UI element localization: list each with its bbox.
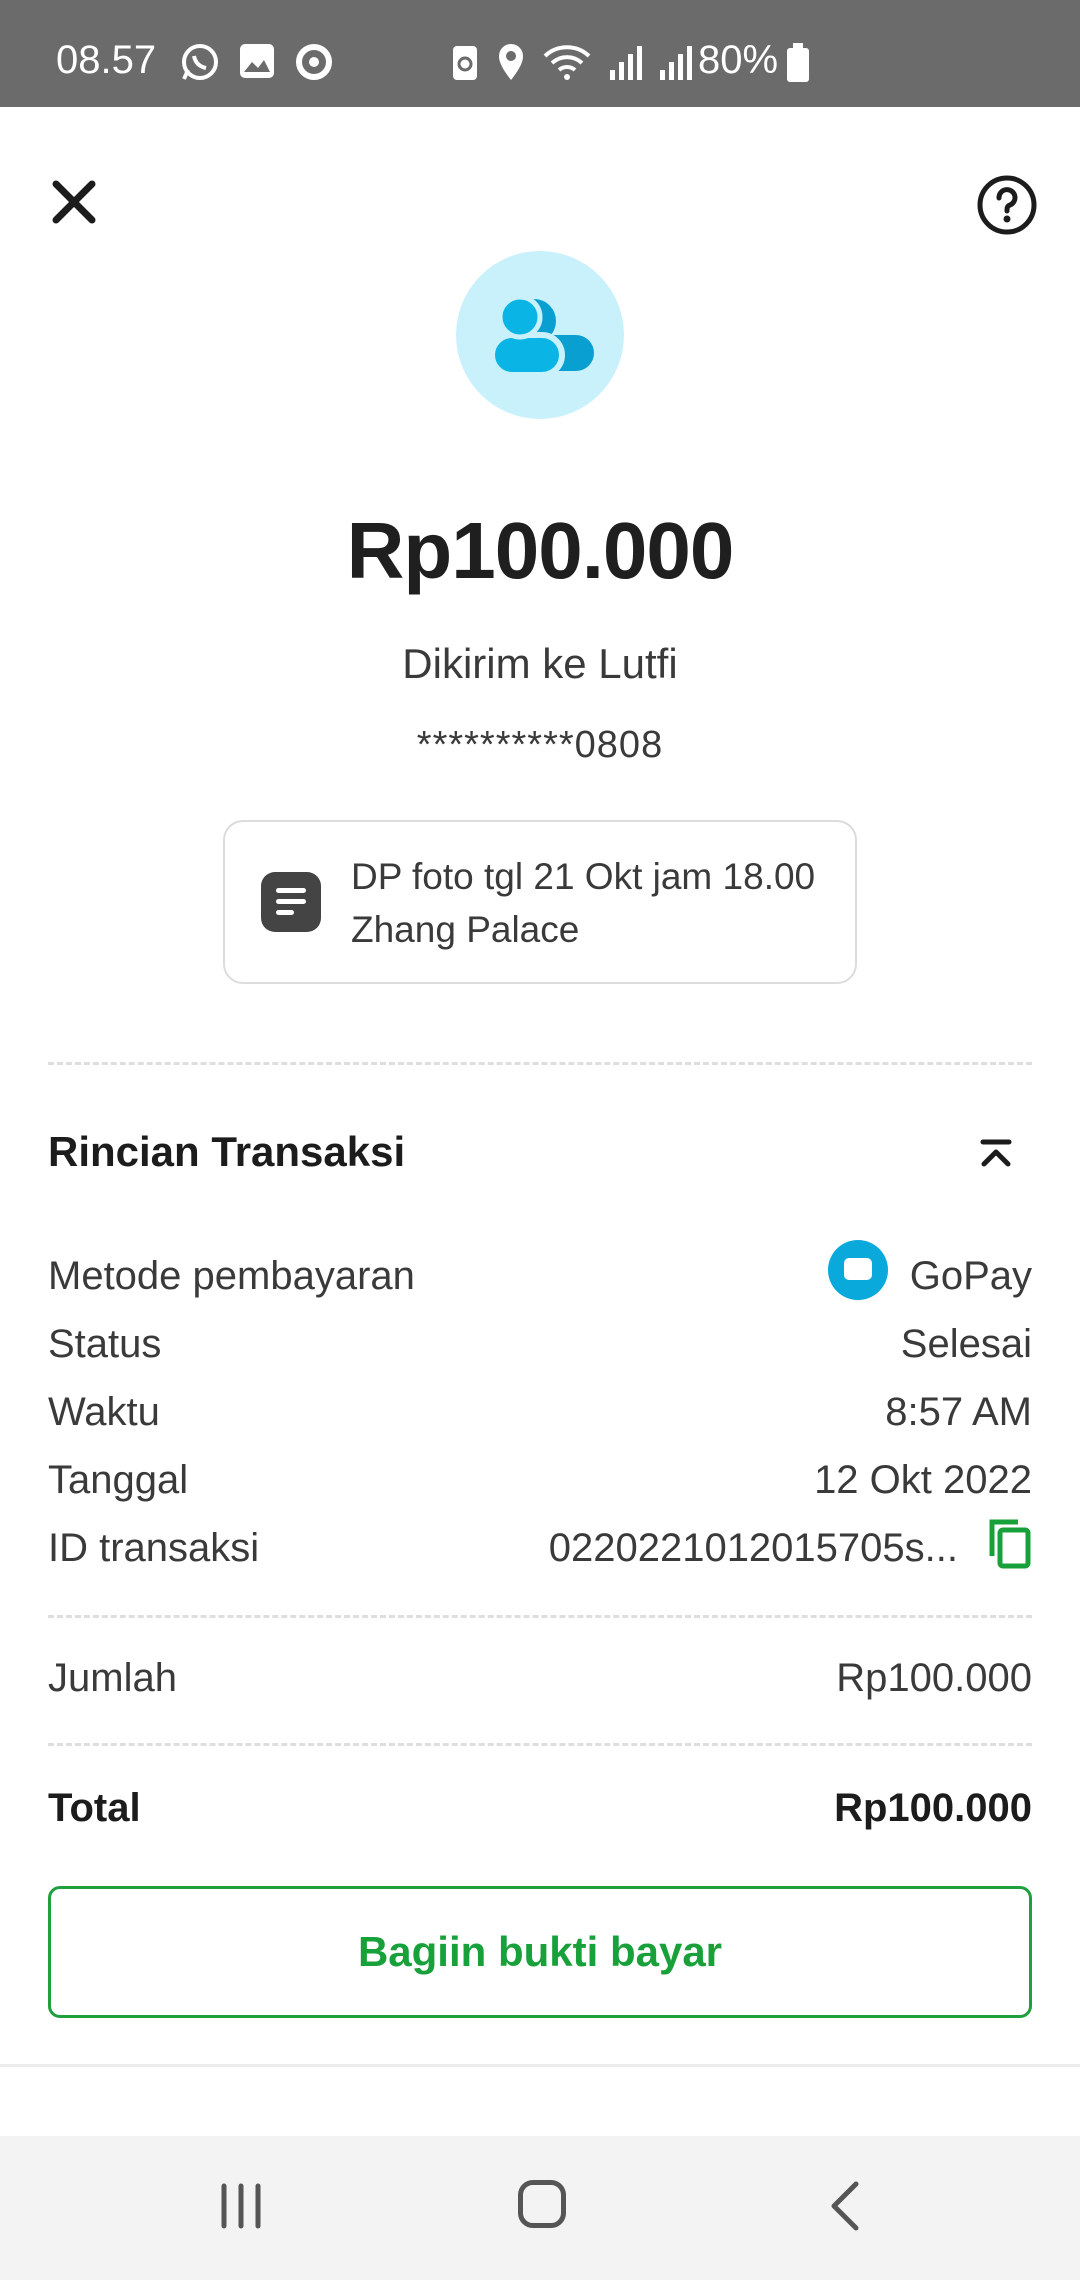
status-icons-left — [180, 42, 334, 82]
note-icon — [261, 872, 321, 932]
divider — [0, 2064, 1080, 2067]
copy-icon[interactable] — [986, 1516, 1032, 1570]
detail-row-status: Status Selesai — [48, 1322, 1032, 1382]
details-title: Rincian Transaksi — [48, 1128, 406, 1175]
close-icon[interactable] — [48, 176, 100, 228]
help-icon[interactable] — [976, 174, 1038, 236]
location-icon — [499, 44, 523, 80]
detail-row-payment-method: Metode pembayaran GoPay — [48, 1240, 1032, 1314]
detail-label: ID transaksi — [48, 1526, 260, 1570]
whatsapp-icon — [182, 44, 218, 80]
detail-row-date: Tanggal 12 Okt 2022 — [48, 1458, 1032, 1518]
divider — [48, 1615, 1032, 1618]
detail-value: 12 Okt 2022 — [814, 1458, 1032, 1502]
users-icon — [489, 294, 594, 378]
total-label: Total — [48, 1786, 141, 1830]
transaction-note: DP foto tgl 21 Okt jam 18.00 Zhang Palac… — [223, 820, 857, 984]
detail-value: GoPay — [909, 1254, 1032, 1298]
recipient-avatar — [456, 251, 624, 419]
total-value: Rp100.000 — [834, 1786, 1032, 1830]
transaction-id-value: 0220221012015705s... — [548, 1526, 958, 1570]
recent-apps-icon[interactable] — [218, 2182, 264, 2230]
home-icon[interactable] — [518, 2180, 566, 2228]
signal-icon — [610, 46, 642, 80]
recipient-name: Dikirim ke Lutfi — [402, 640, 678, 687]
divider — [48, 1743, 1032, 1746]
back-icon[interactable] — [826, 2180, 862, 2232]
amount-label: Jumlah — [48, 1656, 177, 1700]
amount-row: Jumlah Rp100.000 — [48, 1656, 1032, 1716]
divider — [48, 1062, 1032, 1065]
note-text: DP foto tgl 21 Okt jam 18.00 Zhang Palac… — [351, 856, 816, 950]
transaction-amount: Rp100.000 — [346, 506, 735, 595]
detail-label: Waktu — [48, 1390, 160, 1434]
detail-label: Status — [48, 1322, 162, 1366]
app-icon — [296, 44, 332, 80]
account-number: **********0808 — [416, 724, 664, 766]
battery-percentage: 80% — [698, 38, 779, 82]
collapse-icon[interactable] — [978, 1136, 1014, 1172]
gopay-wallet-icon — [828, 1240, 888, 1300]
status-time: 08.57 — [56, 38, 157, 82]
status-bar: 08.57 80% — [0, 0, 1080, 107]
detail-value: 8:57 AM — [885, 1390, 1032, 1434]
detail-row-transaction-id: ID transaksi 0220221012015705s... — [48, 1519, 1032, 1586]
detail-label: Tanggal — [48, 1458, 189, 1502]
wifi-icon — [543, 45, 591, 80]
share-receipt-button[interactable]: Bagiin bukti bayar — [48, 1886, 1032, 2018]
detail-row-time: Waktu 8:57 AM — [48, 1390, 1032, 1450]
navigation-bar — [0, 2136, 1080, 2280]
status-icons-right — [450, 42, 692, 82]
total-row: Total Rp100.000 — [48, 1786, 1032, 1846]
battery-icon — [787, 43, 809, 82]
amount-value: Rp100.000 — [836, 1656, 1032, 1700]
recycle-icon — [453, 46, 477, 80]
detail-label: Metode pembayaran — [48, 1254, 415, 1298]
detail-value: Selesai — [900, 1322, 1032, 1366]
gallery-icon — [240, 44, 274, 78]
signal-icon — [660, 46, 692, 80]
